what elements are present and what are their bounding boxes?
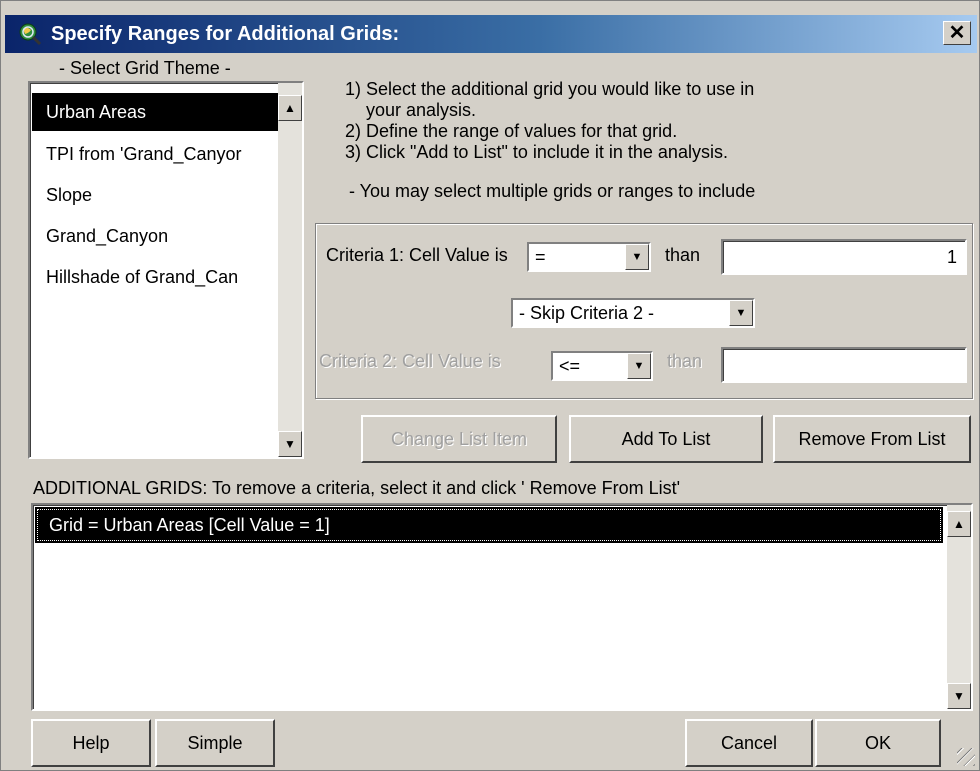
criteria1-than-label: than	[665, 245, 701, 265]
list-item[interactable]: Grid = Urban Areas [Cell Value = 1]	[35, 507, 943, 543]
globe-magnifier-icon	[19, 23, 42, 46]
resize-grip-icon[interactable]	[957, 748, 975, 766]
grid-theme-listbox[interactable]: Urban Areas TPI from 'Grand_Canyor Slope…	[28, 81, 304, 459]
window-title: Specify Ranges for Additional Grids:	[51, 23, 400, 45]
ok-button[interactable]: OK	[815, 719, 941, 767]
theme-list-scrollbar[interactable]: ▲ ▼	[278, 83, 302, 457]
list-item[interactable]: Hillshade of Grand_Can	[32, 258, 300, 296]
chevron-down-icon[interactable]: ▼	[627, 353, 651, 379]
additional-grids-heading: ADDITIONAL GRIDS: To remove a criteria, …	[33, 478, 681, 498]
close-icon: ✕	[948, 22, 966, 44]
list-item[interactable]: Urban Areas	[32, 93, 300, 131]
chevron-down-icon[interactable]: ▼	[625, 244, 649, 270]
criteria2-operator-value: <=	[559, 356, 581, 376]
dialog-window: Specify Ranges for Additional Grids: ✕ -…	[0, 0, 980, 771]
cancel-button[interactable]: Cancel	[685, 719, 813, 767]
criteria2-operator-select[interactable]: <= ▼	[551, 351, 653, 381]
simple-button[interactable]: Simple	[155, 719, 275, 767]
title-bar[interactable]: Specify Ranges for Additional Grids: ✕	[5, 15, 977, 53]
criteria1-value-input[interactable]: 1	[721, 239, 967, 275]
instruction-step-3: 3) Click "Add to List" to include it in …	[345, 142, 728, 162]
list-item[interactable]: Slope	[32, 176, 300, 214]
scroll-up-icon[interactable]: ▲	[278, 95, 302, 121]
criteria1-operator-value: =	[535, 247, 546, 267]
skip-criteria-select[interactable]: - Skip Criteria 2 - ▼	[511, 298, 755, 328]
scroll-down-icon[interactable]: ▼	[278, 431, 302, 457]
scroll-down-icon[interactable]: ▼	[947, 683, 971, 709]
chevron-down-icon[interactable]: ▼	[729, 300, 753, 326]
scroll-up-icon[interactable]: ▲	[947, 511, 971, 537]
instruction-step-2: 2) Define the range of values for that g…	[345, 121, 678, 141]
skip-criteria-value: - Skip Criteria 2 -	[519, 303, 655, 323]
criteria2-label: Criteria 2: Cell Value is	[319, 351, 501, 371]
instruction-note: - You may select multiple grids or range…	[349, 181, 756, 201]
theme-list-heading: - Select Grid Theme -	[59, 58, 231, 78]
remove-from-list-button[interactable]: Remove From List	[773, 415, 971, 463]
criteria1-operator-select[interactable]: = ▼	[527, 242, 651, 272]
help-button[interactable]: Help	[31, 719, 151, 767]
instruction-step-1: 1) Select the additional grid you would …	[345, 79, 755, 99]
additional-grids-scrollbar[interactable]: ▲ ▼	[947, 505, 971, 709]
additional-grids-listbox[interactable]: Grid = Urban Areas [Cell Value = 1] ▲ ▼	[31, 503, 973, 711]
criteria2-value-input[interactable]	[721, 347, 967, 383]
close-button[interactable]: ✕	[943, 21, 971, 45]
list-item[interactable]: Grand_Canyon	[32, 217, 300, 255]
criteria1-label: Criteria 1: Cell Value is	[326, 245, 508, 265]
instruction-step-1-cont: your analysis.	[366, 100, 477, 120]
change-list-item-button[interactable]: Change List Item	[361, 415, 557, 463]
add-to-list-button[interactable]: Add To List	[569, 415, 763, 463]
criteria2-than-label: than	[667, 351, 703, 371]
list-item[interactable]: TPI from 'Grand_Canyor	[32, 135, 300, 173]
